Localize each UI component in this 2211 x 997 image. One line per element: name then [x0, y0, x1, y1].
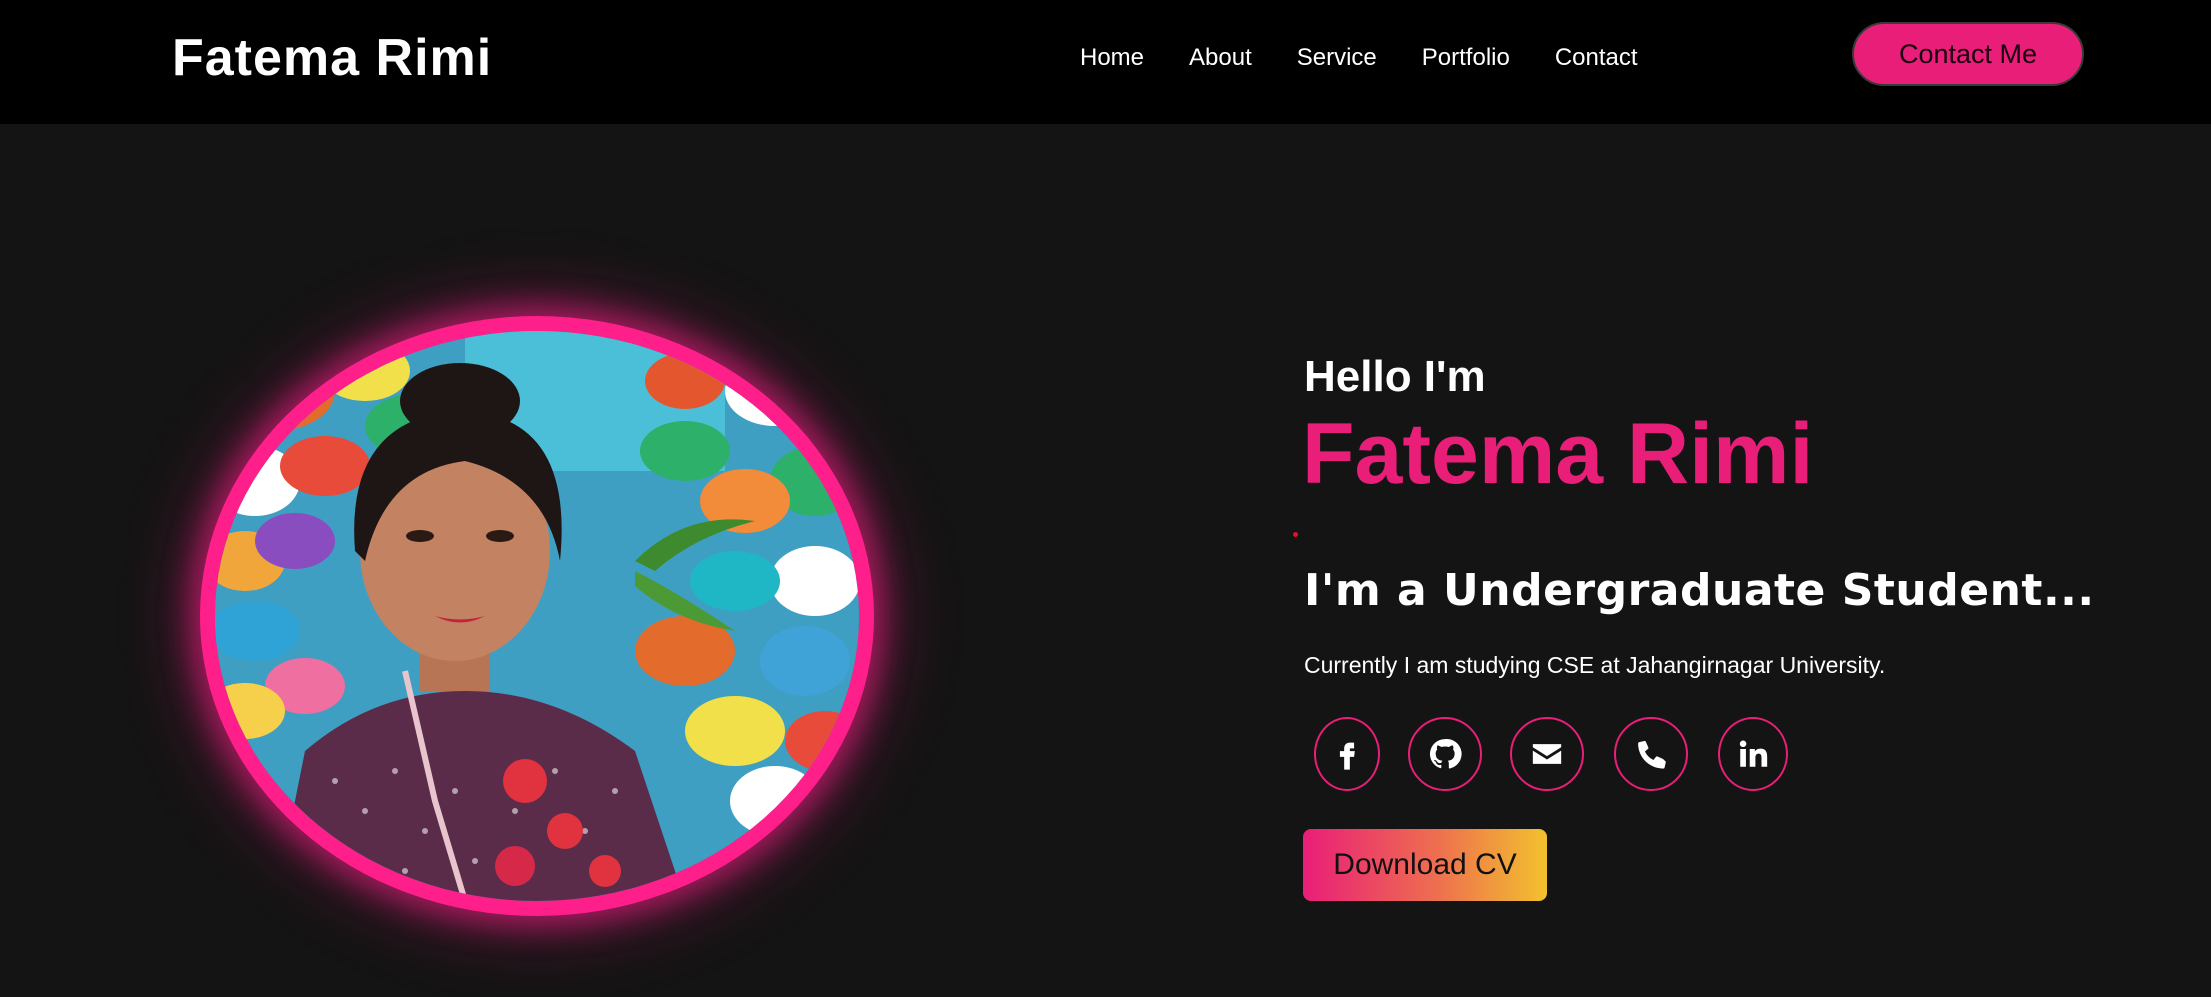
nav-link-about[interactable]: About — [1189, 42, 1252, 74]
nav-link-service[interactable]: Service — [1297, 42, 1377, 74]
social-links — [1314, 717, 1788, 791]
nav-links: Home About Service Portfolio Contact — [1080, 42, 1638, 74]
profile-photo — [200, 316, 874, 916]
nav-link-portfolio[interactable]: Portfolio — [1422, 42, 1510, 74]
hero-name: Fatema Rimi — [1302, 406, 1814, 502]
phone-icon[interactable] — [1614, 717, 1688, 791]
contact-me-button[interactable]: Contact Me — [1852, 22, 2084, 86]
greeting-text: Hello I'm — [1304, 352, 1486, 401]
download-cv-button[interactable]: Download CV — [1303, 829, 1547, 901]
role-headline: I'm a Undergraduate Student... — [1304, 565, 2095, 616]
typing-cursor-dot — [1293, 532, 1298, 537]
envelope-icon[interactable] — [1510, 717, 1584, 791]
linkedin-icon[interactable] — [1718, 717, 1788, 791]
nav-link-home[interactable]: Home — [1080, 42, 1144, 74]
brand-logo[interactable]: Fatema Rimi — [172, 28, 492, 88]
facebook-icon[interactable] — [1314, 717, 1380, 791]
navbar: Fatema Rimi Home About Service Portfolio… — [0, 0, 2211, 124]
description-text: Currently I am studying CSE at Jahangirn… — [1304, 652, 1886, 678]
nav-link-contact[interactable]: Contact — [1555, 42, 1638, 74]
github-icon[interactable] — [1408, 717, 1482, 791]
